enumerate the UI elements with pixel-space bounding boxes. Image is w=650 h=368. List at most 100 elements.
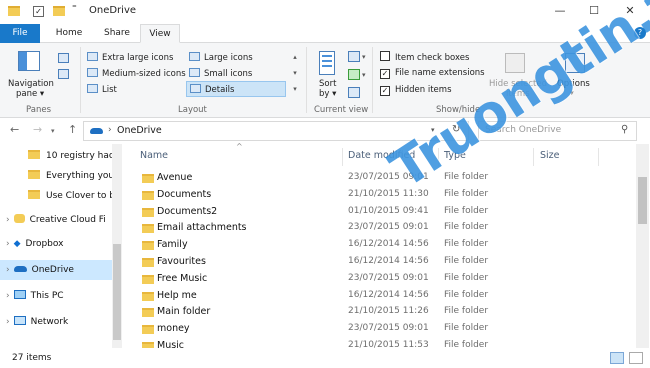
layout-list[interactable]: List [87,84,117,95]
navigation-pane-label[interactable]: Navigation [8,79,54,89]
layout-small-icons[interactable]: Small icons [189,68,252,79]
up-arrow-icon[interactable]: ↑ [68,123,77,136]
window-title: OneDrive [89,5,137,16]
nav-item-this-pc[interactable]: › This PC [0,286,112,306]
file-name: Help me [157,289,197,301]
folder-icon [142,241,154,251]
file-type: File folder [444,306,489,317]
large-icons-view-icon[interactable] [629,352,643,364]
nav-item-quick-access[interactable]: Use Clover to br [0,186,112,206]
preview-pane-icon[interactable] [58,53,69,63]
hidden-items-toggle[interactable]: ✓ Hidden items [380,85,452,96]
separator [306,47,307,113]
tab-file[interactable]: File [0,24,40,43]
layout-scroll[interactable]: ▴ ▾ ▾ [290,49,300,99]
nav-item-network[interactable]: › Network [0,312,112,332]
layout-details[interactable]: Details [186,81,286,97]
tab-share[interactable]: Share [95,24,139,43]
expand-chevron-icon[interactable]: › [6,265,10,275]
recent-locations-icon[interactable]: ▾ [51,127,55,135]
nav-item-creative-cloud[interactable]: › Creative Cloud Fi [0,210,112,230]
tab-view[interactable]: View [140,24,180,43]
separator [372,47,373,113]
file-row[interactable]: Documents2 01/10/2015 09:41 File folder [140,204,630,221]
new-folder-icon[interactable] [53,6,65,16]
nav-item-quick-access[interactable]: Everything you [0,166,112,186]
column-divider[interactable] [342,148,343,166]
expand-chevron-icon[interactable]: › [6,291,10,301]
file-date: 23/07/2015 09:01 [348,222,429,233]
nav-item-dropbox[interactable]: › ◆ Dropbox [0,234,112,254]
file-row[interactable]: Main folder 21/10/2015 11:26 File folder [140,304,630,321]
column-divider[interactable] [533,148,534,166]
nav-item-onedrive[interactable]: › OneDrive [0,260,112,280]
file-row[interactable]: money 23/07/2015 09:01 File folder [140,321,630,338]
details-pane-icon[interactable] [58,69,69,79]
properties-icon[interactable]: ✓ [33,6,44,17]
navigation-pane-dropdown[interactable]: pane ▾ [16,89,44,99]
file-row[interactable]: Free Music 23/07/2015 09:01 File folder [140,271,630,288]
layout-medium-icons[interactable]: Medium-sized icons [87,68,186,79]
file-list-scrollbar[interactable] [636,144,649,348]
file-row[interactable]: Family 16/12/2014 14:56 File folder [140,237,630,254]
back-arrow-icon[interactable]: ← [10,123,19,136]
sort-by-dropdown[interactable]: by ▾ [319,89,336,99]
customize-toolbar-icon[interactable]: ⁼ [72,4,77,14]
file-row[interactable]: Avenue 23/07/2015 09:01 File folder [140,170,630,187]
details-label: Details [205,85,235,95]
layout-extra-large-icons[interactable]: Extra large icons [87,52,173,63]
expand-chevron-icon[interactable]: › [6,239,10,249]
minimize-button[interactable]: — [544,0,576,24]
file-type: File folder [444,272,489,283]
column-divider[interactable] [598,148,599,166]
folder-icon [142,325,154,335]
item-checkboxes-toggle[interactable]: Item check boxes [380,51,469,63]
forward-arrow-icon[interactable]: → [33,123,42,136]
expand-chevron-icon[interactable]: › [6,215,10,225]
details-view-icon[interactable] [610,352,624,364]
checkbox-unchecked[interactable] [380,51,390,61]
file-extensions-toggle[interactable]: ✓ File name extensions [380,68,485,79]
size-columns-icon[interactable] [348,87,360,98]
nav-pane-scroll-thumb[interactable] [113,244,121,340]
file-name: Documents [157,188,212,200]
file-date: 16/12/2014 14:56 [348,256,429,266]
column-header-name[interactable]: Name [140,150,168,161]
large-icons-icon [189,52,200,61]
hidden-items-label: Hidden items [395,85,452,95]
file-type: File folder [444,239,489,250]
file-name: money [157,323,190,335]
file-date: 21/10/2015 11:26 [348,306,429,317]
breadcrumb-onedrive[interactable]: OneDrive [117,125,162,136]
group-by-icon[interactable] [348,51,360,62]
navigation-pane: 10 registry hack Everything you Use Clov… [0,144,124,348]
creative-cloud-icon [13,214,25,223]
file-type: File folder [444,222,489,233]
sort-by-icon[interactable] [319,51,335,75]
file-row[interactable]: Email attachments 23/07/2015 09:01 File fo… [140,220,630,237]
column-header-size[interactable]: Size [540,150,560,161]
file-row[interactable]: Help me 16/12/2014 14:56 File folder [140,288,630,305]
navigation-pane-icon[interactable] [18,51,40,71]
breadcrumb-separator-icon[interactable]: › [108,125,112,135]
file-name: Documents2 [157,205,218,217]
file-name: Family [157,239,188,251]
search-icon[interactable]: ⚲ [621,124,628,135]
tab-home[interactable]: Home [48,24,90,43]
checkbox-checked[interactable]: ✓ [380,69,390,79]
file-row[interactable]: Documents 21/10/2015 11:30 File folder [140,187,630,204]
list-label: List [102,85,117,95]
group-label-panes: Panes [26,105,51,115]
layout-large-icons[interactable]: Large icons [189,52,253,63]
nav-item-quick-access[interactable]: 10 registry hack [0,146,112,166]
file-list-scroll-thumb[interactable] [638,177,647,224]
chevron-down-icon[interactable]: ▾ [362,71,366,79]
file-name: Email attachments [157,222,247,234]
file-row[interactable]: Favourites 16/12/2014 14:56 File folder [140,254,630,271]
sort-by-label[interactable]: Sort [319,79,336,89]
chevron-down-icon[interactable]: ▾ [362,53,366,61]
file-date: 01/10/2015 09:41 [348,205,429,216]
add-columns-icon[interactable] [348,69,360,80]
expand-chevron-icon[interactable]: › [6,317,10,327]
checkbox-checked[interactable]: ✓ [380,86,390,96]
